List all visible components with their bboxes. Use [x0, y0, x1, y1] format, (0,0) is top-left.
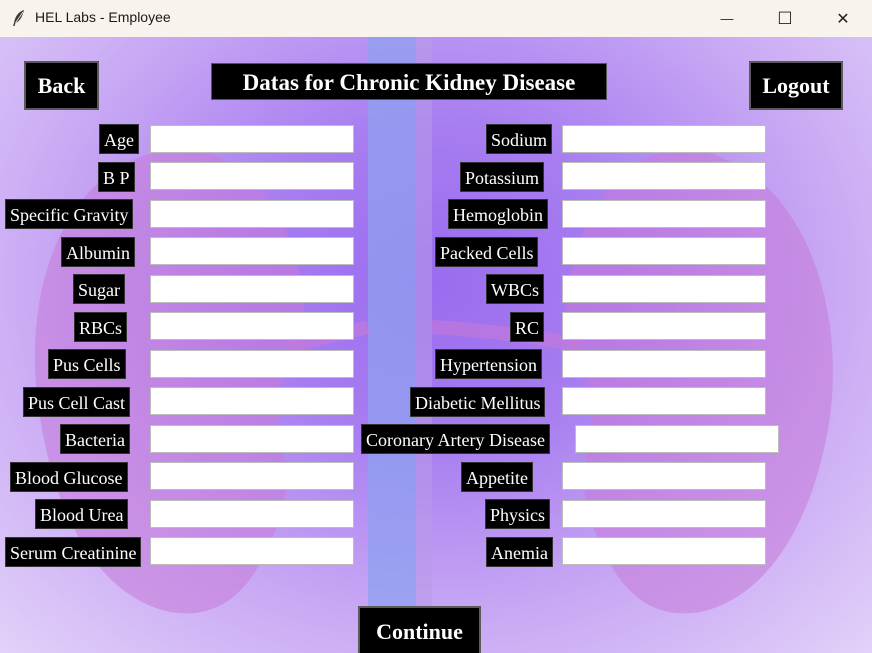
window-title: HEL Labs - Employee	[35, 9, 171, 25]
pus-cells-input[interactable]	[150, 350, 354, 378]
back-button[interactable]: Back	[24, 61, 99, 110]
label-bp: B P	[98, 162, 135, 192]
close-icon: ✕	[836, 10, 850, 28]
window-titlebar: HEL Labs - Employee — ☐ ✕	[0, 0, 872, 37]
blood-urea-input[interactable]	[150, 500, 354, 528]
bp-input[interactable]	[150, 162, 354, 190]
label-specific-gravity: Specific Gravity	[5, 199, 134, 229]
wbcs-input[interactable]	[562, 275, 766, 303]
label-packed-cells: Packed Cells	[435, 237, 539, 267]
hemoglobin-input[interactable]	[562, 200, 766, 228]
label-rc: RC	[510, 312, 545, 342]
label-anemia: Anemia	[486, 537, 553, 567]
maximize-icon: ☐	[777, 8, 793, 28]
label-appetite: Appetite	[461, 462, 533, 492]
packed-cells-input[interactable]	[562, 237, 766, 265]
label-age: Age	[99, 124, 139, 154]
label-serum-creatinine: Serum Creatinine	[5, 537, 142, 567]
label-wbcs: WBCs	[486, 274, 545, 304]
bacteria-input[interactable]	[150, 425, 354, 453]
label-physics: Physics	[485, 499, 551, 529]
albumin-input[interactable]	[150, 237, 354, 265]
rbcs-input[interactable]	[150, 312, 354, 340]
maximize-button[interactable]: ☐	[756, 0, 814, 37]
label-coronary-artery-disease: Coronary Artery Disease	[361, 424, 550, 454]
physics-input[interactable]	[562, 500, 766, 528]
blood-glucose-input[interactable]	[150, 462, 354, 490]
label-rbcs: RBCs	[74, 312, 128, 342]
label-blood-glucose: Blood Glucose	[10, 462, 128, 492]
label-hypertension: Hypertension	[435, 349, 542, 379]
specific-gravity-input[interactable]	[150, 200, 354, 228]
minimize-icon: —	[720, 11, 734, 26]
age-input[interactable]	[150, 125, 354, 153]
feather-icon	[13, 10, 24, 26]
label-potassium: Potassium	[460, 162, 545, 192]
coronary-artery-disease-input[interactable]	[575, 425, 779, 453]
anemia-input[interactable]	[562, 537, 766, 565]
label-diabetic-mellitus: Diabetic Mellitus	[410, 387, 546, 417]
label-bacteria: Bacteria	[60, 424, 130, 454]
minimize-button[interactable]: —	[698, 0, 756, 37]
sugar-input[interactable]	[150, 275, 354, 303]
logout-button[interactable]: Logout	[749, 61, 843, 110]
page-title: Datas for Chronic Kidney Disease	[211, 63, 607, 100]
hypertension-input[interactable]	[562, 350, 766, 378]
label-sodium: Sodium	[486, 124, 553, 154]
appetite-input[interactable]	[562, 462, 766, 490]
label-albumin: Albumin	[61, 237, 136, 267]
pus-cell-cast-input[interactable]	[150, 387, 354, 415]
close-button[interactable]: ✕	[814, 0, 872, 37]
label-blood-urea: Blood Urea	[35, 499, 129, 529]
label-pus-cell-cast: Pus Cell Cast	[23, 387, 131, 417]
continue-button[interactable]: Continue	[358, 606, 481, 653]
diabetic-mellitus-input[interactable]	[562, 387, 766, 415]
form-canvas: Back Datas for Chronic Kidney Disease Lo…	[0, 37, 872, 653]
label-hemoglobin: Hemoglobin	[448, 199, 548, 229]
potassium-input[interactable]	[562, 162, 766, 190]
serum-creatinine-input[interactable]	[150, 537, 354, 565]
label-pus-cells: Pus Cells	[48, 349, 126, 379]
label-sugar: Sugar	[73, 274, 125, 304]
rc-input[interactable]	[562, 312, 766, 340]
sodium-input[interactable]	[562, 125, 766, 153]
